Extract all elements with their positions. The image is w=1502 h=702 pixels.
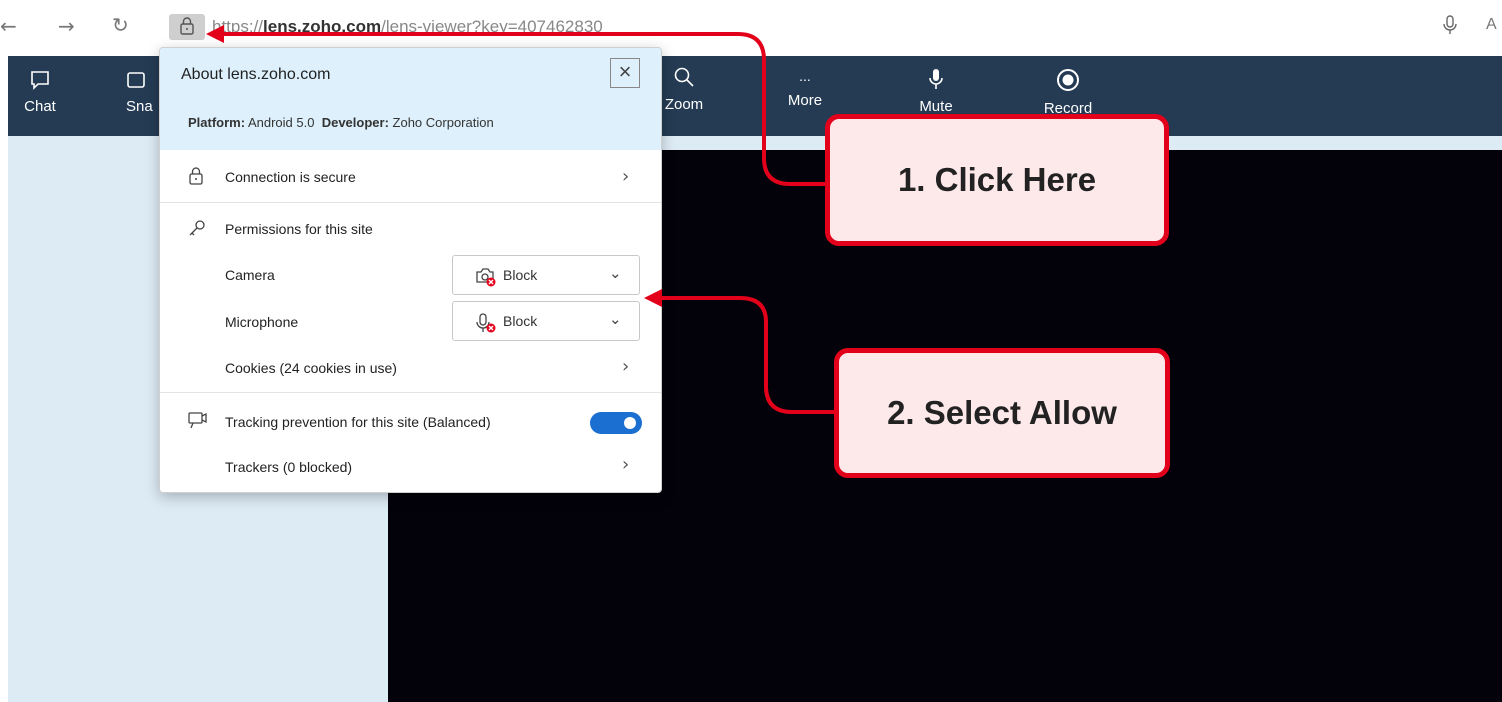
step1-callout: 1. Click Here (825, 114, 1169, 246)
step2-callout: 2. Select Allow (834, 348, 1170, 478)
step2-text: 2. Select Allow (887, 394, 1117, 431)
annotation-arrows (206, 25, 834, 414)
step1-text: 1. Click Here (897, 161, 1097, 198)
